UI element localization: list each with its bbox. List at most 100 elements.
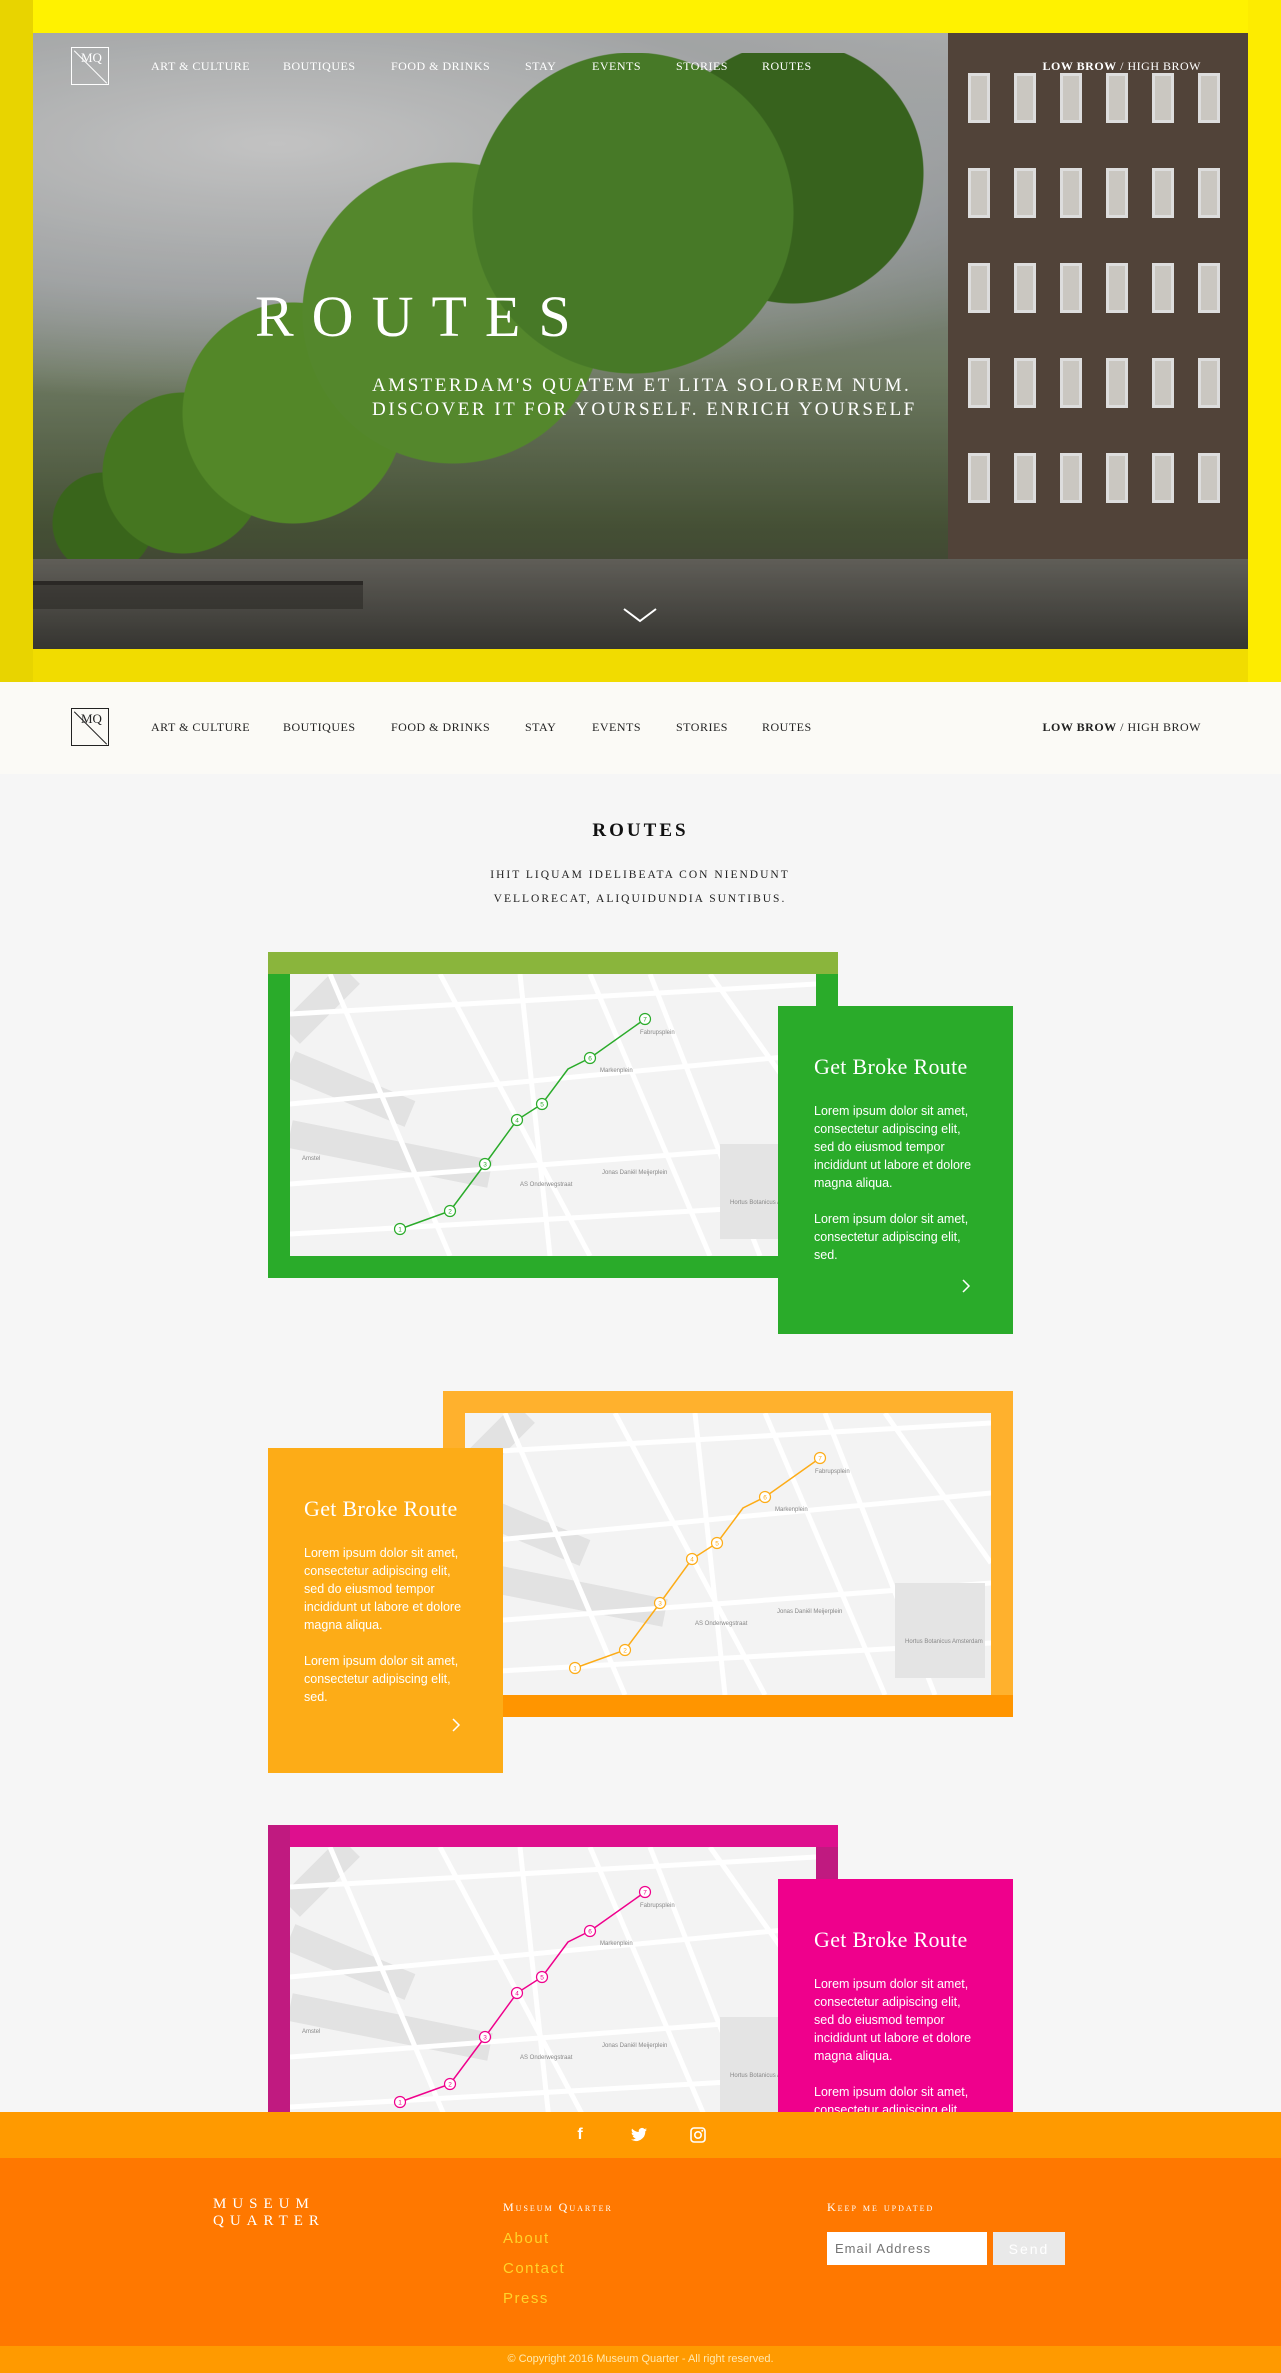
footer-col-title: Museum Quarter xyxy=(503,2200,613,2214)
newsletter-title: Keep me updated xyxy=(827,2200,935,2214)
map-label: Amstel xyxy=(302,2029,320,2035)
map-label: AS Onderwegstraat xyxy=(520,1182,573,1188)
map-label: Fabrupsplein xyxy=(815,1469,850,1475)
map-label: Markenplein xyxy=(600,1068,633,1074)
map-park xyxy=(895,1583,985,1678)
route-map[interactable]: AmstelMarkenpleinFabrupspleinAS Onderweg… xyxy=(290,1847,816,2112)
nav-item-routes[interactable]: ROUTES xyxy=(762,720,812,735)
main-nav: MQ ART & CULTURE BOUTIQUES FOOD & DRINKS… xyxy=(0,682,1281,774)
route-card-3: Amstel Markenplein Fabrupsplein AS Onderweg… xyxy=(268,1825,1013,2112)
hero-image xyxy=(33,33,1248,649)
route-description-short: Lorem ipsum dolor sit amet, consectetur … xyxy=(814,1212,969,1262)
route-title: Get Broke Route xyxy=(304,1496,458,1521)
hero-title: ROUTES xyxy=(255,284,589,349)
route-description: Lorem ipsum dolor sit amet, consectetur … xyxy=(814,1977,972,2063)
footer-link-press[interactable]: Press xyxy=(503,2290,549,2307)
chevron-right-icon[interactable] xyxy=(961,1278,971,1294)
route-stop-number: 5 xyxy=(715,1541,719,1548)
route-info-card: Get Broke Route Lorem ipsum dolor sit am… xyxy=(778,1879,1013,2112)
nav-item-art-culture[interactable]: ART & CULTURE xyxy=(151,59,250,74)
section-title: ROUTES xyxy=(592,820,689,841)
brand-line-1: MUSEUM xyxy=(213,2196,315,2212)
map-label: Jonas Daniël Meijerplein xyxy=(777,1609,842,1615)
map-label: Fabrupsplein xyxy=(640,1903,675,1909)
hero-overlay xyxy=(33,33,1248,649)
instagram-icon[interactable] xyxy=(689,2126,707,2144)
logo-text: MQ xyxy=(81,50,102,65)
route-stop-number: 7 xyxy=(643,1890,647,1897)
twitter-icon[interactable] xyxy=(630,2126,648,2144)
hero-nav: MQ ART & CULTURE BOUTIQUES FOOD & DRINKS… xyxy=(0,33,1281,93)
route-stop-number: 4 xyxy=(515,1991,519,1998)
brow-low[interactable]: LOW BROW xyxy=(1043,720,1117,734)
send-button[interactable]: Send xyxy=(993,2232,1065,2265)
map-label: Jonas Daniël Meijerplein xyxy=(602,1170,667,1176)
site-logo[interactable]: MQ xyxy=(71,708,109,746)
route-card-1: Amstel Markenplein Fabrupsplein AS Onderweg… xyxy=(268,952,1013,1334)
brow-high[interactable]: HIGH BROW xyxy=(1128,59,1202,73)
hero-frame-edge xyxy=(0,0,1281,33)
nav-item-stay[interactable]: STAY xyxy=(525,720,556,735)
hero-frame-edge xyxy=(1248,0,1281,682)
nav-item-routes[interactable]: ROUTES xyxy=(762,59,812,74)
nav-item-boutiques[interactable]: BOUTIQUES xyxy=(283,59,356,74)
route-stop-number: 2 xyxy=(623,1648,627,1655)
hero-frame-edge xyxy=(0,0,33,682)
route-stop-number: 6 xyxy=(588,1056,592,1063)
brow-toggle[interactable]: LOW BROW / HIGH BROW xyxy=(1043,720,1201,735)
route-stop-number: 7 xyxy=(818,1456,822,1463)
route-stop-number: 6 xyxy=(763,1495,767,1502)
route-description-short: Lorem ipsum dolor sit amet, consectetur … xyxy=(814,2085,969,2112)
route-stop-number: 2 xyxy=(448,1209,452,1216)
section-subtitle: IHIT LIQUAM IDELIBEATA CON NIENDUNT VELL… xyxy=(490,869,790,905)
route-title: Get Broke Route xyxy=(814,1054,968,1079)
route-map[interactable]: AmstelMarkenpleinFabrupspleinAS Onderweg… xyxy=(290,974,816,1256)
social-bar: f xyxy=(0,2112,1281,2158)
hero-frame: MQ ART & CULTURE BOUTIQUES FOOD & DRINKS… xyxy=(0,0,1281,682)
nav-item-stories[interactable]: STORIES xyxy=(676,720,728,735)
map-label: Markenplein xyxy=(775,1507,808,1513)
brow-high[interactable]: HIGH BROW xyxy=(1128,720,1202,734)
route-description: Lorem ipsum dolor sit amet, consectetur … xyxy=(304,1546,462,1632)
route-stop-number: 2 xyxy=(448,2082,452,2089)
chevron-right-icon[interactable] xyxy=(451,1717,461,1733)
nav-item-food-drinks[interactable]: FOOD & DRINKS xyxy=(391,59,490,74)
site-logo[interactable]: MQ xyxy=(71,47,109,85)
route-stop-number: 7 xyxy=(643,1017,647,1024)
route-stop-number: 4 xyxy=(690,1557,694,1564)
footer-link-contact[interactable]: Contact xyxy=(503,2260,565,2277)
route-stop-number: 3 xyxy=(658,1601,662,1608)
nav-item-boutiques[interactable]: BOUTIQUES xyxy=(283,720,356,735)
logo-text: MQ xyxy=(81,711,102,726)
route-map-svg: AmstelMarkenpleinFabrupspleinAS Onderweg… xyxy=(290,1847,816,2112)
map-label: Jonas Daniël Meijerplein xyxy=(602,2043,667,2049)
map-label: AS Onderwegstraat xyxy=(695,1621,748,1627)
route-map[interactable]: AmstelMarkenpleinFabrupspleinAS Onderweg… xyxy=(465,1413,991,1695)
map-frame-edge xyxy=(290,1825,838,1847)
email-field[interactable] xyxy=(827,2232,987,2265)
nav-item-events[interactable]: EVENTS xyxy=(592,720,641,735)
footer-brand[interactable]: MUSEUM QUARTER xyxy=(213,2196,325,2230)
route-stop-number: 4 xyxy=(515,1118,519,1125)
route-map-svg: AmstelMarkenpleinFabrupspleinAS Onderweg… xyxy=(290,974,816,1256)
brow-separator: / xyxy=(1116,720,1128,734)
nav-item-food-drinks[interactable]: FOOD & DRINKS xyxy=(391,720,490,735)
brow-low[interactable]: LOW BROW xyxy=(1043,59,1117,73)
route-title: Get Broke Route xyxy=(814,1927,968,1952)
route-stop-number: 3 xyxy=(483,2035,487,2042)
route-info-card: Get Broke Route Lorem ipsum dolor sit am… xyxy=(268,1448,503,1773)
footer-link-about[interactable]: About xyxy=(503,2230,550,2247)
route-map-svg: AmstelMarkenpleinFabrupspleinAS Onderweg… xyxy=(465,1413,991,1695)
nav-item-stories[interactable]: STORIES xyxy=(676,59,728,74)
nav-item-art-culture[interactable]: ART & CULTURE xyxy=(151,720,250,735)
route-stop-number: 1 xyxy=(398,1227,402,1234)
route-info-card: Get Broke Route Lorem ipsum dolor sit am… xyxy=(778,1006,1013,1334)
chevron-down-icon[interactable] xyxy=(620,603,660,627)
map-label: Amstel xyxy=(302,1156,320,1162)
copyright: © Copyright 2016 Museum Quarter - All ri… xyxy=(0,2346,1281,2373)
route-stop-number: 5 xyxy=(540,1102,544,1109)
brow-toggle[interactable]: LOW BROW / HIGH BROW xyxy=(1043,59,1201,74)
nav-item-events[interactable]: EVENTS xyxy=(592,59,641,74)
facebook-icon[interactable]: f xyxy=(571,2126,589,2144)
nav-item-stay[interactable]: STAY xyxy=(525,59,556,74)
